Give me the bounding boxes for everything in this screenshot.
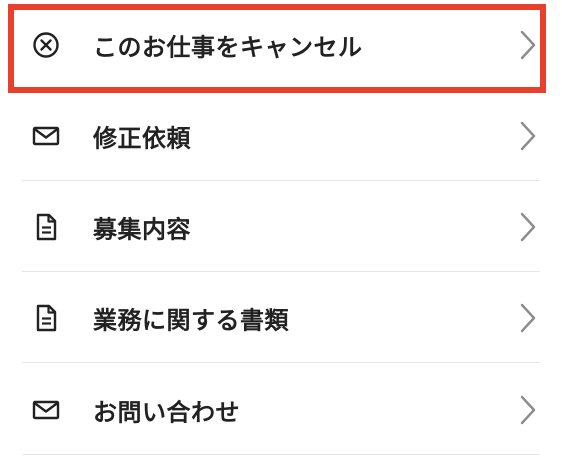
revision-request-label: 修正依頼 (93, 124, 191, 152)
chevron-right-icon (520, 303, 536, 333)
job-actions-menu: このお仕事をキャンセル 修正依頼 募集内容 業務に関する書類 お問い合わせ (0, 0, 562, 466)
cancel-job-label: このお仕事をキャンセル (93, 33, 363, 62)
contact-label: お問い合わせ (93, 398, 240, 426)
cancel-job-item[interactable]: このお仕事をキャンセル (22, 0, 540, 90)
work-documents-label: 業務に関する書類 (93, 306, 289, 334)
contact-item[interactable]: お問い合わせ (22, 365, 540, 455)
document-icon (31, 212, 61, 242)
chevron-right-icon (520, 395, 536, 425)
chevron-right-icon (520, 121, 536, 151)
document-icon (31, 303, 61, 333)
cancel-circle-icon (31, 30, 61, 60)
chevron-right-icon (520, 212, 536, 242)
job-description-item[interactable]: 募集内容 (22, 182, 540, 272)
mail-icon (31, 121, 61, 151)
job-description-label: 募集内容 (93, 215, 191, 243)
revision-request-item[interactable]: 修正依頼 (22, 91, 540, 181)
chevron-right-icon (520, 30, 536, 60)
mail-icon (31, 395, 61, 425)
work-documents-item[interactable]: 業務に関する書類 (22, 273, 540, 363)
